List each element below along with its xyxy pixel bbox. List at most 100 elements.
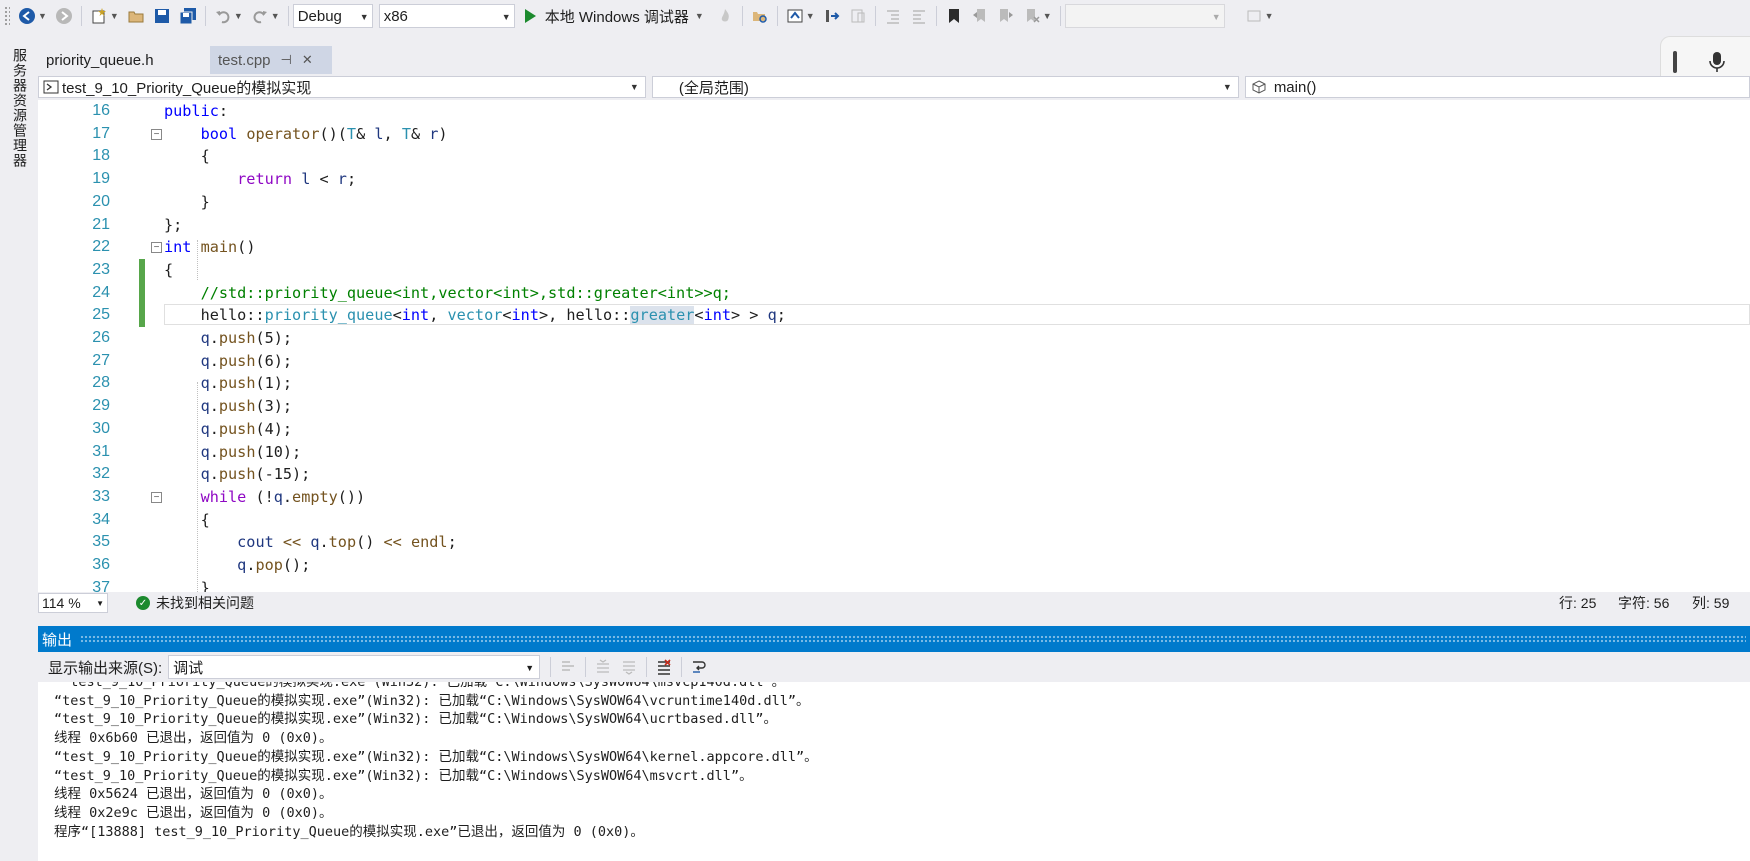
code-text: return l < r; <box>237 170 357 189</box>
output-toolbar: 显示输出来源(S): 调试 ▼ <box>38 652 1750 682</box>
server-explorer-tab[interactable]: 服务器资源管理器 <box>10 48 30 168</box>
output-source-value: 调试 <box>173 659 204 677</box>
word-wrap-icon[interactable] <box>687 655 711 679</box>
forward-icon[interactable] <box>52 4 76 28</box>
bookmark-icon[interactable] <box>942 4 966 28</box>
add-remove-buttons-icon[interactable] <box>1242 4 1266 28</box>
code-text: int main() <box>164 238 256 257</box>
text-cursor-icon <box>1673 51 1677 73</box>
close-icon[interactable]: ✕ <box>302 52 313 68</box>
collapse-icon[interactable]: − <box>151 242 162 254</box>
step-over-icon[interactable] <box>846 4 870 28</box>
output-source-label: 显示输出来源(S): <box>48 659 163 677</box>
line-number: 26 <box>92 329 110 346</box>
find-in-files-icon[interactable] <box>748 4 772 28</box>
redo-dropdown-icon[interactable]: ▼ <box>271 11 280 21</box>
bookmark-dropdown-icon[interactable]: ▼ <box>1043 11 1052 21</box>
toolbar-separator <box>287 6 289 26</box>
save-icon[interactable] <box>150 4 174 28</box>
project-select[interactable]: test_9_10_Priority_Queue的模拟实现 ▼ <box>38 76 646 98</box>
output-line: “test_9_10_Priority_Queue的模拟实现.exe”(Win3… <box>54 748 818 765</box>
line-number: 30 <box>92 419 110 437</box>
config-value: Debug <box>297 7 342 25</box>
search-combo[interactable]: ▼ <box>1064 4 1225 28</box>
code-text: q.push(5); <box>200 329 293 347</box>
output-text[interactable]: “test_9_10_Priority_Queue的模拟实现.exe”(Win3… <box>38 682 1750 861</box>
output-panel-header[interactable]: 输出 <box>38 626 1750 652</box>
output-line: “test_9_10_Priority_Queue的模拟实现.exe”(Win3… <box>54 711 777 728</box>
hot-reload-icon[interactable] <box>713 4 737 28</box>
tab-label: test.cpp <box>218 51 271 69</box>
clear-bookmarks-icon[interactable] <box>1020 4 1044 28</box>
main-toolbar: ▼ ▼ ▼ ▼ Debug ▼ x86 ▼ 本地 Windows 调试器 ▼ ▼… <box>0 0 1750 32</box>
next-bookmark-icon[interactable] <box>994 4 1018 28</box>
chevron-down-icon: ▼ <box>96 599 104 608</box>
prev-bookmark-icon[interactable] <box>968 4 992 28</box>
chevron-down-icon: ▼ <box>359 12 369 22</box>
line-number: 35 <box>92 533 110 551</box>
panel-grip[interactable] <box>80 635 1746 643</box>
outdent-icon[interactable] <box>881 4 905 28</box>
line-number: 24 <box>92 283 110 301</box>
output-source-select[interactable]: 调试 ▼ <box>168 655 541 679</box>
microphone-icon[interactable] <box>1709 51 1725 73</box>
output-line: 线程 0x5624 已退出，返回值为 0 (0x0)。 <box>54 786 333 803</box>
collapse-icon[interactable]: − <box>151 491 162 503</box>
line-number: 34 <box>92 510 110 528</box>
open-folder-icon[interactable] <box>124 4 148 28</box>
code-editor[interactable]: 16 public: 17 − bool operator()(T& l, T&… <box>38 100 1750 592</box>
toolbar-options-icon[interactable]: ▼ <box>1265 11 1274 21</box>
collapse-icon[interactable]: − <box>151 128 162 140</box>
chevron-down-icon: ▼ <box>629 82 639 92</box>
undo-dropdown-icon[interactable]: ▼ <box>234 11 243 21</box>
issues-status[interactable]: 未找到相关问题 <box>156 593 254 613</box>
code-text: { <box>164 510 210 529</box>
back-dropdown-icon[interactable]: ▼ <box>38 11 47 21</box>
code-text: } <box>164 192 210 211</box>
method-cube-icon <box>1252 80 1266 94</box>
next-message-icon[interactable] <box>617 655 641 679</box>
scope-select[interactable]: (全局范围) ▼ <box>651 76 1239 98</box>
line-number: 27 <box>92 351 110 369</box>
prev-message-icon[interactable] <box>591 655 615 679</box>
new-project-icon[interactable] <box>87 4 111 28</box>
solution-explorer-icon[interactable] <box>783 4 807 28</box>
view-dropdown-icon[interactable]: ▼ <box>806 11 815 21</box>
new-dropdown-icon[interactable]: ▼ <box>110 11 119 21</box>
tab-priority-queue-h[interactable]: priority_queue.h <box>38 46 210 74</box>
code-text: { <box>164 260 174 279</box>
clear-all-icon[interactable] <box>652 655 676 679</box>
code-text: q.push(-15); <box>200 465 311 484</box>
redo-icon[interactable] <box>248 4 272 28</box>
indent-icon[interactable] <box>907 4 931 28</box>
step-into-icon[interactable] <box>820 4 844 28</box>
zoom-value: 114 % <box>42 595 81 611</box>
toolbar-separator <box>935 6 937 26</box>
config-select[interactable]: Debug ▼ <box>292 4 373 28</box>
toolbar-grip[interactable] <box>4 6 10 26</box>
change-marker <box>139 304 145 327</box>
pin-icon[interactable]: ⊣ <box>281 52 292 68</box>
output-line: “test_9_10_Priority_Queue的模拟实现.exe”(Win3… <box>54 767 753 784</box>
undo-icon[interactable] <box>211 4 235 28</box>
code-text: //std::priority_queue<int,vector<int>,st… <box>200 283 731 302</box>
platform-select[interactable]: x86 ▼ <box>378 4 515 28</box>
editor-status-bar: 114 % ▼ ✓ 未找到相关问题 行: 25 字符: 56 列: 59 <box>38 592 1750 614</box>
platform-value: x86 <box>383 7 408 25</box>
tab-label: priority_queue.h <box>46 51 154 69</box>
tab-test-cpp[interactable]: test.cpp ⊣ ✕ <box>210 46 332 74</box>
output-line: “test_9_10_Priority_Queue的模拟实现.exe”(Win3… <box>54 692 810 709</box>
back-icon[interactable] <box>15 4 39 28</box>
zoom-select[interactable]: 114 % ▼ <box>38 593 108 613</box>
code-line: 37 } <box>38 577 1750 592</box>
go-to-line-icon[interactable] <box>556 655 580 679</box>
run-dropdown-icon[interactable]: ▼ <box>695 11 704 21</box>
member-select[interactable]: main() <box>1244 76 1750 98</box>
line-position: 行: 25 <box>1559 595 1597 611</box>
start-debugging-button[interactable]: 本地 Windows 调试器 ▼ <box>519 6 708 27</box>
code-line: 26 q.push(5); <box>38 327 1750 350</box>
play-icon <box>524 9 536 23</box>
side-tool-strip: 服务器资源管理器 <box>0 32 32 861</box>
save-all-icon[interactable] <box>176 4 200 28</box>
line-number: 33 <box>92 487 110 505</box>
